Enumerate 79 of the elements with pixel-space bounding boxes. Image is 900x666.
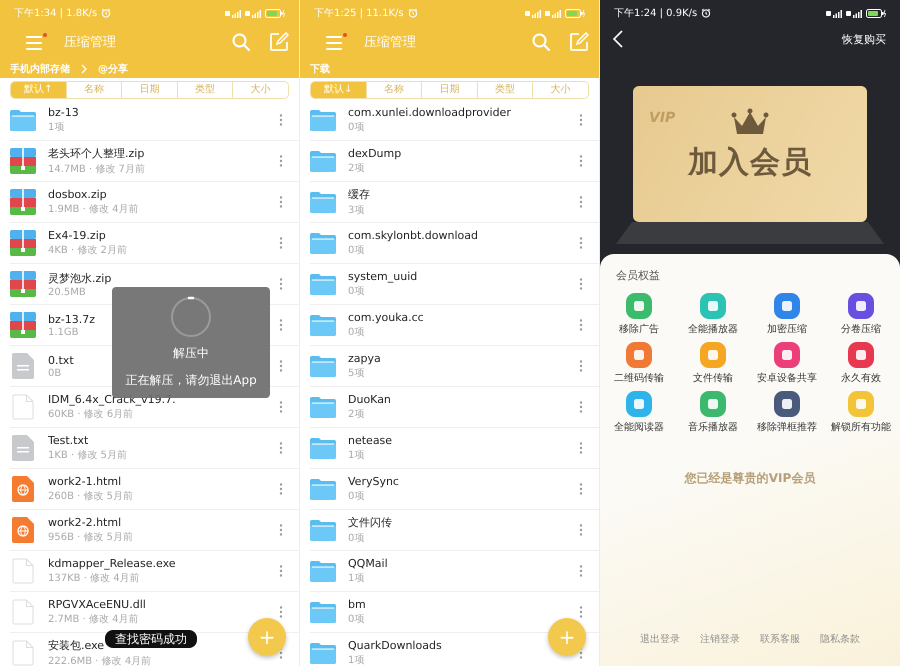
file-info: 0项 [348, 532, 364, 545]
file-name: 文件闪传 [348, 515, 392, 530]
file-info: 60KB · 修改 6月前 [48, 408, 134, 421]
file-info: 0项 [348, 244, 364, 257]
file-info: 0项 [348, 326, 364, 339]
file-info: 1.1GB [48, 326, 79, 338]
file-name: Ex4-19.zip [48, 229, 106, 242]
file-name: 0.txt [48, 354, 74, 366]
file-name: bz-13 [48, 106, 79, 119]
membership-status: 您已经是尊贵的VIP会员 [683, 470, 816, 487]
dialog-title: 解压中 [173, 345, 209, 362]
file-info: 20.5MB [48, 286, 86, 298]
file-info: 260B · 修改 5月前 [48, 490, 134, 503]
status-toast: 查找密码成功 [105, 630, 197, 648]
file-name: RPGVXAceENU.dll [48, 598, 146, 611]
file-info: 3项 [348, 204, 364, 217]
file-info: 0项 [348, 121, 364, 134]
file-name: 老头环个人整理.zip [48, 146, 144, 161]
benefit-label: 安卓设备共享 [757, 372, 817, 385]
file-name: bz-13.7z [48, 312, 95, 326]
file-name: bm [348, 598, 366, 611]
benefit-label: 永久有效 [841, 372, 881, 385]
file-name: work2-2.html [48, 516, 122, 529]
benefit-label: 全能播放器 [688, 322, 738, 336]
file-name: netease [348, 434, 392, 447]
file-name: com.youka.cc [348, 311, 424, 324]
benefit-label: 移除弹框推荐 [757, 420, 817, 434]
benefit-label: 解锁所有功能 [831, 420, 891, 434]
file-info: 137KB · 修改 4月前 [48, 572, 140, 585]
file-info: 2项 [348, 162, 364, 175]
benefit-label: 全能阅读器 [614, 420, 664, 434]
file-name: IDM_6.4x_Crack_v19.7. [48, 393, 176, 406]
file-info: 0B [48, 368, 62, 378]
file-info: 14.7MB · 修改 7月前 [48, 163, 145, 176]
file-name: dosbox.zip [48, 188, 107, 201]
benefit-label: 加密压缩 [767, 322, 807, 336]
file-info: 1项 [348, 654, 364, 666]
file-info: 2.7MB · 修改 4月前 [48, 613, 138, 626]
status-time: 下午1:25 | 11.1K/s [314, 7, 404, 20]
file-name: kdmapper_Release.exe [48, 557, 176, 570]
section-title: 会员权益 [615, 268, 661, 283]
file-name: 灵梦泡水.zip [48, 270, 112, 286]
file-name: com.skylonbt.download [348, 229, 478, 242]
file-info: 1KB · 修改 5月前 [48, 449, 127, 462]
file-name: QQMail [348, 557, 388, 570]
file-name: 安装包.exe [48, 638, 104, 653]
benefit-label: 二维码传输 [614, 372, 664, 385]
file-name: 缓存 [348, 187, 370, 202]
benefit-label: 移除广告 [619, 322, 659, 336]
app-title: 压缩管理 [364, 34, 416, 51]
file-name: system_uuid [348, 270, 418, 283]
file-info: 1项 [48, 121, 64, 134]
file-info: 0项 [348, 490, 364, 503]
file-info: 2项 [348, 408, 364, 421]
benefit-label: 文件传输 [693, 372, 733, 385]
file-info: 5项 [348, 367, 364, 380]
file-name: DuoKan [348, 393, 391, 406]
app-title: 压缩管理 [64, 34, 116, 51]
file-info: 1项 [348, 572, 364, 585]
file-info: 0项 [348, 613, 364, 626]
file-name: com.xunlei.downloadprovider [348, 106, 511, 119]
file-info: 1.9MB · 修改 4月前 [48, 203, 138, 216]
file-info: 4KB · 修改 2月前 [48, 244, 127, 257]
card-title: 加入会员 [688, 144, 812, 182]
file-name: work2-1.html [48, 475, 122, 488]
file-name: VerySync [348, 475, 399, 488]
file-info: 1项 [348, 449, 364, 462]
file-name: zapya [348, 352, 381, 365]
file-name: QuarkDownloads [348, 639, 442, 652]
dialog-message: 正在解压，请勿退出App [125, 372, 257, 389]
status-time: 下午1:34 | 1.8K/s [14, 7, 98, 20]
file-info: 0项 [348, 285, 364, 298]
status-time: 下午1:24 | 0.9K/s [614, 7, 698, 20]
file-name: Test.txt [48, 434, 88, 447]
file-name: dexDump [348, 147, 402, 160]
file-info: 222.6MB · 修改 4月前 [48, 655, 152, 666]
benefit-label: 音乐播放器 [688, 420, 738, 434]
benefit-label: 分卷压缩 [841, 322, 881, 336]
file-info: 956B · 修改 5月前 [48, 531, 134, 544]
